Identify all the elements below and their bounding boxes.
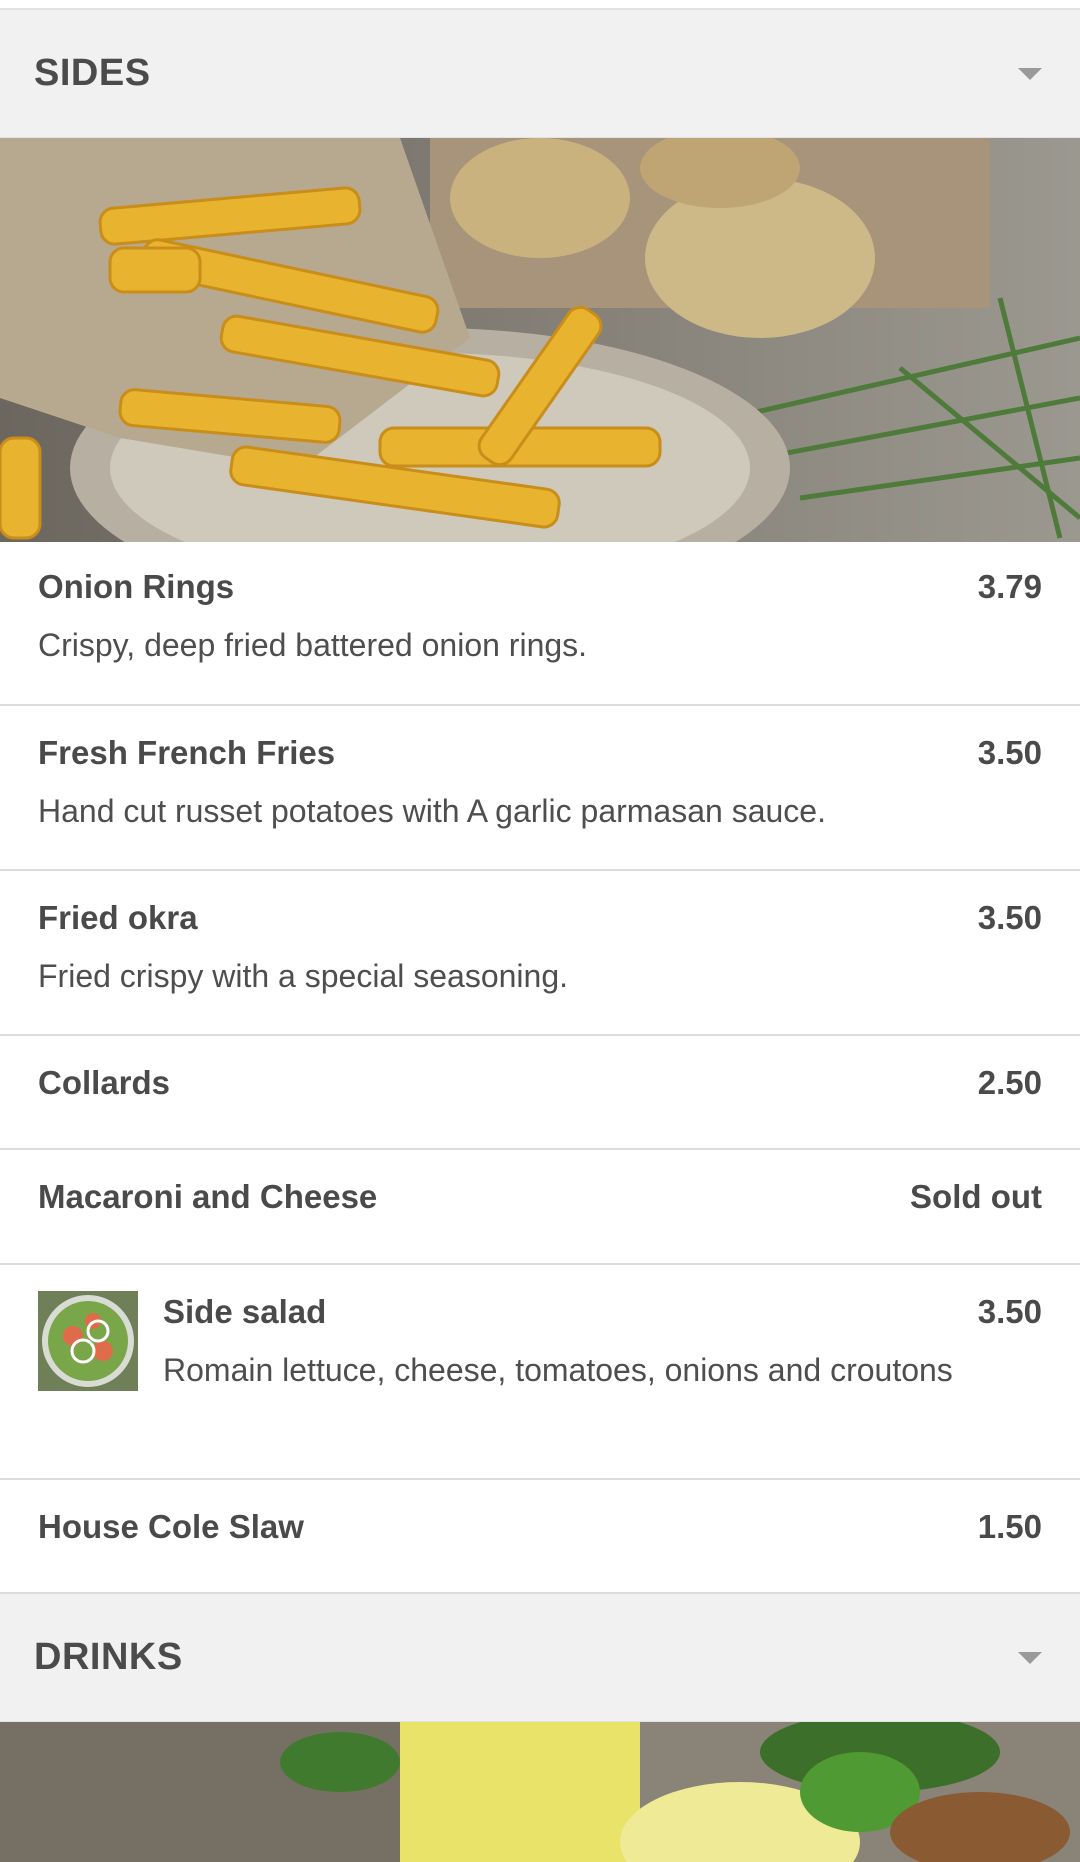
item-description-text: Romain lettuce, cheese, tomatoes, onions…: [163, 1352, 953, 1388]
item-price: 3.50: [977, 1293, 1042, 1330]
menu-item[interactable]: Fresh French Fries 3.50 Hand cut russet …: [0, 706, 1080, 871]
section-header-drinks[interactable]: DRINKS: [0, 1594, 1080, 1722]
menu-item[interactable]: Side salad 3.50 Romain lettuce, cheese, …: [0, 1265, 1080, 1480]
item-price: 3.50: [977, 899, 1042, 936]
top-divider: [0, 0, 1080, 10]
item-price: 3.50: [977, 734, 1042, 771]
item-description: Fried crispy with a special seasoning.: [38, 958, 569, 994]
section-header-sides[interactable]: SIDES: [0, 10, 1080, 138]
chevron-down-icon[interactable]: [1018, 67, 1042, 80]
salad-thumbnail[interactable]: [38, 1291, 138, 1391]
menu-item[interactable]: Macaroni and Cheese Sold out: [0, 1150, 1080, 1265]
menu-item[interactable]: Fried okra 3.50 Fried crispy with a spec…: [0, 871, 1080, 1036]
section-title: DRINKS: [34, 1636, 183, 1678]
item-price: 2.50: [977, 1064, 1042, 1101]
item-name: Collards: [38, 1064, 171, 1101]
item-price: 1.50: [977, 1508, 1042, 1545]
menu-item[interactable]: Onion Rings 3.79 Crispy, deep fried batt…: [0, 542, 1080, 706]
item-name: House Cole Slaw: [38, 1508, 304, 1545]
item-name: Macaroni and Cheese: [38, 1178, 378, 1215]
item-description: Hand cut russet potatoes with A garlic p…: [38, 793, 826, 829]
sides-banner-image: [0, 138, 1080, 542]
item-price: 3.79: [977, 568, 1042, 605]
item-name: Onion Rings: [38, 568, 235, 605]
item-price: Sold out: [910, 1178, 1042, 1215]
drinks-banner-image: [0, 1722, 1080, 1862]
menu-item[interactable]: House Cole Slaw 1.50: [0, 1480, 1080, 1594]
item-name: Fried okra: [38, 899, 198, 936]
chevron-down-icon[interactable]: [1018, 1651, 1042, 1664]
item-description: Crispy, deep fried battered onion rings.: [38, 627, 588, 663]
menu-item[interactable]: Collards 2.50: [0, 1036, 1080, 1150]
item-description: Romain lettuce, cheese, tomatoes, onions…: [38, 1345, 1042, 1395]
item-name: Fresh French Fries: [38, 734, 336, 771]
item-name: Side salad: [163, 1293, 327, 1330]
section-title: SIDES: [34, 52, 151, 94]
